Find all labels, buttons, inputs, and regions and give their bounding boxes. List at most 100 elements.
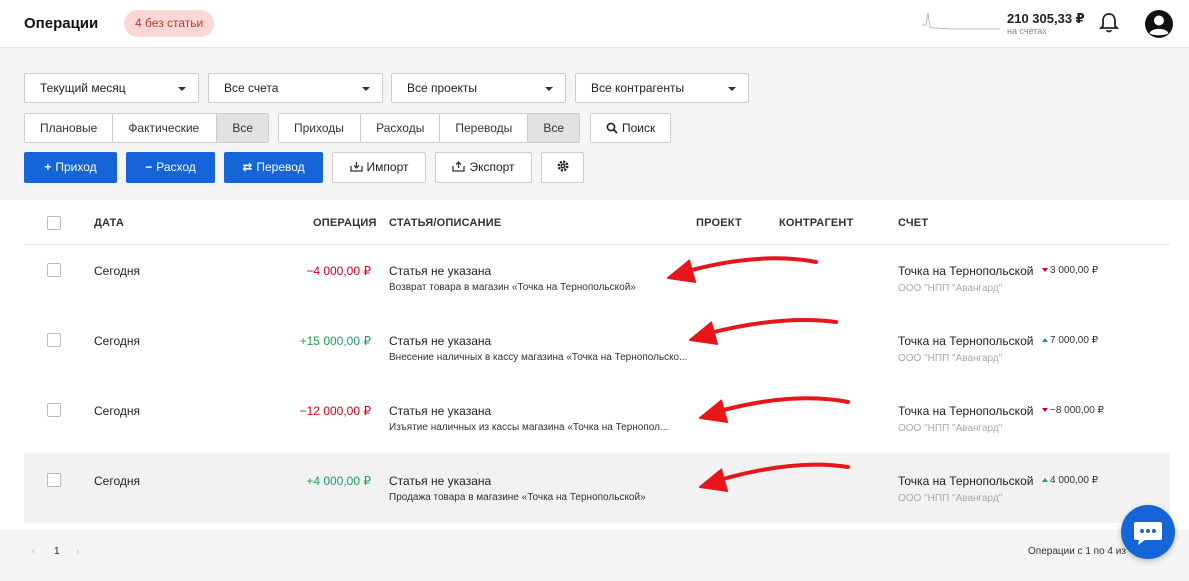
row-date: Сегодня	[94, 474, 140, 488]
trend-up-icon	[1042, 478, 1048, 483]
row-account-balance: −8 000,00 ₽	[1042, 405, 1104, 416]
row-account: Точка на Тернопольской	[898, 334, 1034, 348]
row-checkbox[interactable]	[47, 333, 61, 347]
balance-sparkline	[922, 12, 1000, 30]
page-title: Операции	[24, 15, 99, 32]
settings-button[interactable]	[541, 152, 584, 183]
row-account-balance-value: 3 000,00 ₽	[1050, 265, 1099, 276]
export-label: Экспорт	[469, 160, 515, 174]
gear-icon	[557, 160, 568, 172]
accounts-select[interactable]: Все счета	[208, 73, 383, 103]
toggle-all-status[interactable]: Все	[217, 114, 268, 142]
row-account-balance: 3 000,00 ₽	[1042, 265, 1098, 276]
pagination-info: Операции с 1 по 4 из	[1028, 546, 1126, 557]
add-transfer-label: Перевод	[256, 160, 305, 174]
row-company: ООО "НПП "Авангард"	[898, 283, 1003, 294]
row-date: Сегодня	[94, 264, 140, 278]
row-account-balance: 4 000,00 ₽	[1042, 475, 1098, 486]
import-button[interactable]: Импорт	[332, 152, 426, 183]
select-all-checkbox[interactable]	[47, 216, 61, 230]
search-button[interactable]: Поиск	[590, 113, 671, 143]
projects-select-value: Все проекты	[407, 81, 478, 95]
export-icon	[452, 161, 466, 172]
user-avatar-icon[interactable]	[1144, 9, 1174, 39]
export-button[interactable]: Экспорт	[435, 152, 532, 183]
toggle-transfers[interactable]: Переводы	[440, 114, 529, 142]
column-header-date[interactable]: ДАТА	[94, 217, 124, 229]
add-expense-label: Расход	[156, 160, 196, 174]
bell-icon[interactable]	[1099, 12, 1119, 34]
row-amount: +15 000,00 ₽	[299, 334, 371, 348]
row-description: Возврат товара в магазин «Точка на Терно…	[389, 282, 636, 293]
pagination-prev[interactable]: ‹	[32, 546, 35, 557]
chat-button[interactable]	[1121, 505, 1175, 559]
column-header-project[interactable]: ПРОЕКТ	[696, 217, 742, 229]
uncategorized-badge[interactable]: 4 без статьи	[124, 10, 215, 37]
total-balance: 210 305,33 ₽	[1007, 11, 1085, 26]
column-header-account[interactable]: СЧЕТ	[898, 217, 928, 229]
row-company: ООО "НПП "Авангард"	[898, 353, 1003, 364]
table-row[interactable]	[24, 315, 1170, 385]
table-row[interactable]	[24, 453, 1170, 523]
projects-select[interactable]: Все проекты	[391, 73, 566, 103]
pagination-page[interactable]: 1	[54, 546, 60, 557]
column-header-category[interactable]: СТАТЬЯ/ОПИСАНИЕ	[389, 217, 501, 229]
row-category: Статья не указана	[389, 474, 492, 488]
chevron-down-icon	[728, 87, 736, 91]
row-checkbox[interactable]	[47, 263, 61, 277]
toggle-expense[interactable]: Расходы	[361, 114, 441, 142]
table-row[interactable]	[24, 385, 1170, 455]
row-account-balance-value: 4 000,00 ₽	[1050, 475, 1099, 486]
row-amount: −4 000,00 ₽	[306, 264, 371, 278]
row-account: Точка на Тернопольской	[898, 264, 1034, 278]
row-account: Точка на Тернопольской	[898, 474, 1034, 488]
add-expense-button[interactable]: − Расход	[126, 152, 215, 183]
row-date: Сегодня	[94, 334, 140, 348]
transfer-icon: ⇄	[242, 160, 253, 174]
add-income-label: Приход	[55, 160, 97, 174]
column-header-counterparty[interactable]: КОНТРАГЕНТ	[779, 217, 853, 229]
toggle-all-types[interactable]: Все	[528, 114, 579, 142]
plus-icon: +	[44, 160, 52, 174]
row-account-balance-value: −8 000,00 ₽	[1050, 405, 1104, 416]
row-description: Внесение наличных в кассу магазина «Точк…	[389, 352, 688, 363]
row-company: ООО "НПП "Авангард"	[898, 423, 1003, 434]
period-select-value: Текущий месяц	[40, 81, 126, 95]
chevron-down-icon	[178, 87, 186, 91]
annotation-arrow-icon	[699, 396, 850, 423]
toggle-income[interactable]: Приходы	[279, 114, 362, 142]
import-icon	[349, 162, 363, 172]
annotation-arrow-icon	[689, 318, 838, 345]
type-toggle: Приходы Расходы Переводы Все	[278, 113, 580, 143]
minus-icon: −	[145, 160, 153, 174]
period-select[interactable]: Текущий месяц	[24, 73, 199, 103]
counterparties-select-value: Все контрагенты	[591, 81, 685, 95]
total-balance-caption: на счетах	[1007, 26, 1047, 36]
pagination-next[interactable]: ›	[76, 546, 79, 557]
table-row[interactable]	[24, 245, 1170, 315]
chat-icon	[1134, 522, 1162, 545]
row-description: Изъятие наличных из кассы магазина «Точк…	[389, 422, 669, 433]
row-account: Точка на Тернопольской	[898, 404, 1034, 418]
row-amount: +4 000,00 ₽	[306, 474, 371, 488]
trend-down-icon	[1042, 268, 1048, 273]
import-label: Импорт	[366, 160, 409, 174]
row-date: Сегодня	[94, 404, 140, 418]
toggle-planned[interactable]: Плановые	[25, 114, 114, 142]
counterparties-select[interactable]: Все контрагенты	[575, 73, 749, 103]
row-category: Статья не указана	[389, 334, 492, 348]
row-amount: −12 000,00 ₽	[299, 404, 371, 418]
row-company: ООО "НПП "Авангард"	[898, 493, 1003, 504]
column-header-operation[interactable]: ОПЕРАЦИЯ	[313, 217, 377, 229]
chevron-down-icon	[362, 87, 370, 91]
accounts-select-value: Все счета	[224, 81, 279, 95]
status-toggle: Плановые Фактические Все	[24, 113, 269, 143]
row-description: Продажа товара в магазине «Точка на Терн…	[389, 492, 646, 503]
row-checkbox[interactable]	[47, 473, 61, 487]
row-checkbox[interactable]	[47, 403, 61, 417]
chevron-down-icon	[545, 87, 553, 91]
row-account-balance-value: 7 000,00 ₽	[1050, 335, 1099, 346]
toggle-actual[interactable]: Фактические	[113, 114, 218, 142]
add-income-button[interactable]: + Приход	[24, 152, 117, 183]
add-transfer-button[interactable]: ⇄ Перевод	[224, 152, 323, 183]
